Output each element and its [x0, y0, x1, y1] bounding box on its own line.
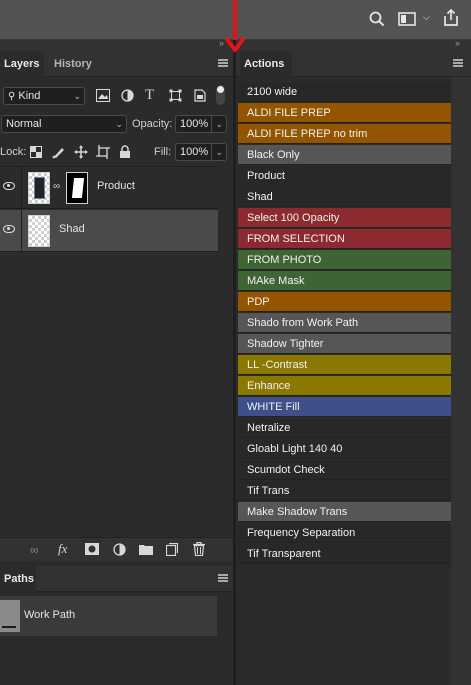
- layers-bottom-toolbar: ∞ fx: [0, 537, 233, 561]
- chevron-down-icon: ⌄: [115, 119, 123, 129]
- action-item[interactable]: Product: [238, 166, 451, 186]
- chevron-down-icon: ⌄: [211, 144, 223, 160]
- visibility-eye-icon[interactable]: [3, 225, 15, 233]
- tab-layers[interactable]: Layers: [0, 51, 44, 77]
- filter-search-icon: ⚲: [8, 91, 16, 102]
- lock-position-icon[interactable]: [74, 145, 88, 159]
- fx-icon[interactable]: fx: [58, 542, 67, 556]
- paths-panel-tabbar: Paths: [0, 566, 233, 592]
- blend-mode-value: Normal: [6, 118, 42, 130]
- link-icon[interactable]: ∞: [30, 543, 39, 557]
- path-thumbnail: [0, 600, 20, 632]
- action-item[interactable]: Enhance: [238, 376, 451, 396]
- type-filter-icon[interactable]: T: [145, 88, 154, 103]
- path-name[interactable]: Work Path: [24, 609, 75, 621]
- annotation-arrow-icon: [224, 0, 246, 52]
- action-item[interactable]: Gloabl Light 140 40: [238, 439, 451, 459]
- layers-panel-tabbar: Layers History: [0, 51, 233, 77]
- action-item[interactable]: Frequency Separation: [238, 523, 451, 543]
- action-item[interactable]: 2100 wide: [238, 82, 451, 102]
- filter-toggle[interactable]: [216, 85, 225, 105]
- opacity-label: Opacity:: [132, 118, 173, 130]
- layer-row-shad[interactable]: Shad: [0, 210, 218, 252]
- layer-filter-value: Kind: [18, 90, 41, 102]
- lock-artboard-icon[interactable]: [96, 145, 110, 159]
- image-filter-icon[interactable]: [96, 89, 110, 102]
- fill-input[interactable]: 100% ⌄: [175, 143, 227, 161]
- workspace-icon[interactable]: [398, 12, 416, 26]
- action-item[interactable]: MAke Mask: [238, 271, 451, 291]
- lock-label: Lock:: [0, 146, 27, 158]
- action-item[interactable]: Shad: [238, 187, 451, 207]
- shape-filter-icon[interactable]: [169, 89, 182, 102]
- divider: [21, 167, 22, 209]
- layer-thumbnail: [28, 215, 50, 247]
- tab-history[interactable]: History: [50, 51, 96, 77]
- action-item[interactable]: Select 100 Opacity: [238, 208, 451, 228]
- tab-paths[interactable]: Paths: [0, 566, 36, 592]
- path-row-work-path[interactable]: Work Path: [0, 596, 217, 636]
- mask-link-icon[interactable]: ∞: [53, 181, 60, 192]
- action-item[interactable]: Shado from Work Path: [238, 313, 451, 333]
- action-item[interactable]: Scumdot Check: [238, 460, 451, 480]
- panel-menu-icon[interactable]: [218, 59, 228, 67]
- left-dock-collapse-strip[interactable]: »: [0, 38, 235, 51]
- layer-filter-select[interactable]: ⚲ Kind ⌄: [3, 87, 85, 105]
- action-item[interactable]: PDP: [238, 292, 451, 312]
- folder-icon[interactable]: [139, 544, 153, 555]
- panel-menu-icon[interactable]: [218, 574, 228, 582]
- fill-label: Fill:: [154, 146, 172, 158]
- panel-menu-icon[interactable]: [453, 59, 463, 67]
- opacity-value: 100%: [180, 118, 209, 130]
- mask-icon[interactable]: [85, 543, 99, 555]
- layer-thumbnail: [28, 172, 50, 204]
- blend-mode-select[interactable]: Normal ⌄: [1, 115, 127, 133]
- fill-value: 100%: [180, 146, 209, 158]
- action-item[interactable]: ALDI FILE PREP no trim: [238, 124, 451, 144]
- right-dock-collapse-strip[interactable]: »: [236, 38, 471, 51]
- chevron-down-icon: ⌄: [73, 91, 81, 101]
- action-item[interactable]: Make Shadow Trans: [238, 502, 451, 522]
- action-item[interactable]: FROM SELECTION: [238, 229, 451, 249]
- chevron-down-icon[interactable]: ⌵: [423, 12, 430, 23]
- visibility-eye-icon[interactable]: [3, 182, 15, 190]
- tab-actions[interactable]: Actions: [240, 51, 292, 77]
- search-icon[interactable]: [369, 11, 385, 27]
- action-item[interactable]: Tif Trans: [238, 481, 451, 501]
- actions-scrollbar[interactable]: [451, 77, 471, 685]
- divider: [21, 210, 22, 252]
- action-item[interactable]: ALDI FILE PREP: [238, 103, 451, 123]
- action-item[interactable]: Shadow Tighter: [238, 334, 451, 354]
- actions-panel-tabbar: Actions: [236, 51, 471, 77]
- lock-transparent-pixels-icon[interactable]: [30, 146, 42, 158]
- layer-name[interactable]: Product: [97, 180, 135, 192]
- layer-mask-thumbnail[interactable]: [66, 172, 88, 204]
- new-layer-icon[interactable]: [166, 543, 178, 556]
- layer-row-product[interactable]: ∞ Product: [0, 167, 218, 209]
- layers-panel: Layers History ⚲ Kind ⌄ T Normal ⌄ Opaci…: [0, 51, 233, 565]
- paths-panel: Paths Work Path: [0, 566, 233, 685]
- opacity-input[interactable]: 100% ⌄: [175, 115, 227, 133]
- action-item[interactable]: LL -Contrast: [238, 355, 451, 375]
- share-icon[interactable]: [442, 9, 460, 27]
- layer-name[interactable]: Shad: [59, 223, 85, 235]
- action-item[interactable]: Netralize: [238, 418, 451, 438]
- trash-icon[interactable]: [193, 542, 205, 556]
- collapse-chevron-icon[interactable]: »: [455, 38, 460, 48]
- lock-all-icon[interactable]: [119, 145, 131, 159]
- action-item[interactable]: FROM PHOTO: [238, 250, 451, 270]
- action-item[interactable]: WHITE Fill: [238, 397, 451, 417]
- chevron-down-icon: ⌄: [211, 116, 223, 132]
- adjustment-icon[interactable]: [113, 543, 126, 556]
- lock-image-pixels-icon[interactable]: [52, 145, 66, 159]
- action-item[interactable]: Black Only: [238, 145, 451, 165]
- smart-object-filter-icon[interactable]: [194, 89, 206, 102]
- action-item[interactable]: Tif Transparent: [238, 544, 451, 564]
- adjustment-filter-icon[interactable]: [121, 89, 134, 102]
